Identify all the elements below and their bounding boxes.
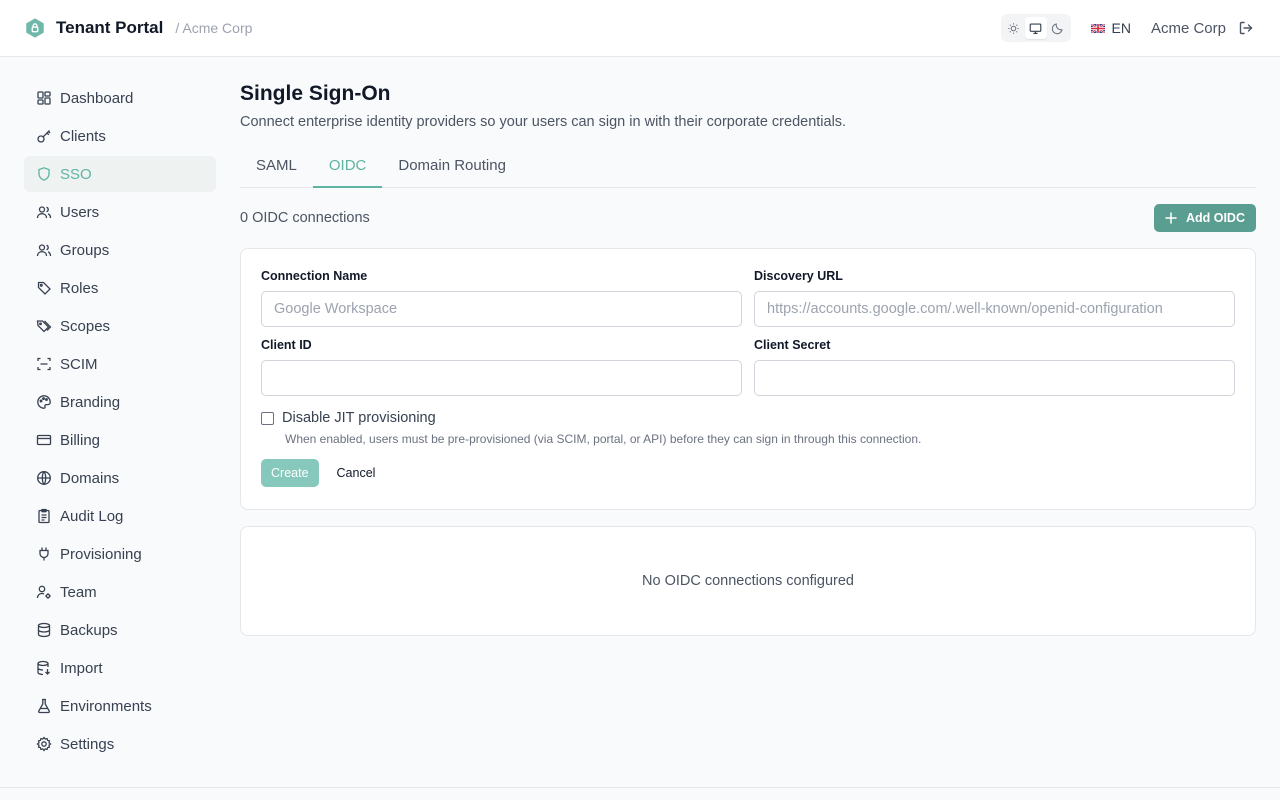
- moon-icon[interactable]: [1047, 17, 1069, 39]
- sidebar-item-label: Environments: [60, 697, 152, 715]
- database-import-icon: [36, 660, 52, 676]
- sidebar-item-clients[interactable]: Clients: [24, 118, 216, 154]
- sidebar-item-label: Branding: [60, 393, 121, 411]
- sidebar-item-domains[interactable]: Domains: [24, 460, 216, 496]
- sidebar-item-groups[interactable]: Groups: [24, 232, 216, 268]
- cancel-button[interactable]: Cancel: [337, 466, 376, 480]
- language-label: EN: [1111, 20, 1131, 36]
- sidebar-item-label: Provisioning: [60, 545, 142, 563]
- uk-flag-icon: [1090, 23, 1105, 33]
- scan-icon: [36, 356, 52, 372]
- key-icon: [36, 128, 52, 144]
- users-icon: [36, 204, 52, 220]
- sidebar: Dashboard Clients SSO Users Groups Roles: [24, 80, 216, 764]
- language-selector[interactable]: EN: [1090, 20, 1131, 36]
- sidebar-item-label: Billing: [60, 431, 101, 449]
- tab-domain-routing[interactable]: Domain Routing: [382, 146, 522, 188]
- sidebar-item-label: Backups: [60, 621, 118, 639]
- logo-icon: [24, 17, 46, 39]
- page-description: Connect enterprise identity providers so…: [240, 114, 847, 130]
- database-icon: [36, 622, 52, 638]
- top-bar: Tenant Portal / Acme Corp EN Acme Corp: [0, 0, 1280, 57]
- connection-count: 0 OIDC connections: [240, 210, 370, 226]
- client-id-input[interactable]: [261, 360, 742, 396]
- monitor-icon[interactable]: [1024, 17, 1047, 39]
- connection-name-label: Connection Name: [261, 269, 368, 283]
- palette-icon: [36, 394, 52, 410]
- disable-jit-help: When enabled, users must be pre-provisio…: [285, 432, 922, 446]
- sidebar-item-label: Settings: [60, 735, 115, 753]
- groups-icon: [36, 242, 52, 258]
- credit-card-icon: [36, 432, 52, 448]
- sidebar-item-backups[interactable]: Backups: [24, 612, 216, 648]
- brand[interactable]: Tenant Portal / Acme Corp: [24, 17, 252, 39]
- sidebar-item-label: Dashboard: [60, 89, 134, 107]
- disable-jit-label[interactable]: Disable JIT provisioning: [282, 410, 436, 426]
- client-secret-input[interactable]: [754, 360, 1235, 396]
- discovery-url-label: Discovery URL: [754, 269, 843, 283]
- client-secret-label: Client Secret: [754, 338, 831, 352]
- sidebar-item-scopes[interactable]: Scopes: [24, 308, 216, 344]
- logout-icon[interactable]: [1236, 18, 1256, 38]
- app-title: Tenant Portal: [56, 18, 164, 37]
- sidebar-item-settings[interactable]: Settings: [24, 726, 216, 762]
- sidebar-item-sso[interactable]: SSO: [24, 156, 216, 192]
- discovery-url-input[interactable]: [754, 291, 1235, 327]
- sidebar-item-provisioning[interactable]: Provisioning: [24, 536, 216, 572]
- sidebar-item-dashboard[interactable]: Dashboard: [24, 80, 216, 116]
- sidebar-item-label: Roles: [60, 279, 99, 297]
- oidc-connection-form: Connection Name Discovery URL Client ID …: [240, 248, 1256, 510]
- gear-icon: [36, 736, 52, 752]
- shield-icon: [36, 166, 52, 182]
- theme-switcher: [1000, 14, 1071, 42]
- main-content: Single Sign-On Connect enterprise identi…: [240, 80, 1256, 636]
- sidebar-item-users[interactable]: Users: [24, 194, 216, 230]
- tab-oidc[interactable]: OIDC: [312, 146, 383, 188]
- globe-icon: [36, 470, 52, 486]
- tenant-breadcrumb: / Acme Corp: [175, 20, 253, 36]
- sidebar-item-environments[interactable]: Environments: [24, 688, 216, 724]
- user-cog-icon: [36, 584, 52, 600]
- sidebar-item-label: Domains: [60, 469, 120, 487]
- sidebar-item-team[interactable]: Team: [24, 574, 216, 610]
- add-oidc-button[interactable]: Add OIDC: [1153, 204, 1256, 232]
- dashboard-icon: [36, 90, 52, 106]
- add-oidc-label: Add OIDC: [1185, 211, 1245, 225]
- connections-toolbar: 0 OIDC connections Add OIDC: [240, 204, 1256, 232]
- sidebar-item-label: SCIM: [60, 355, 98, 373]
- sidebar-item-import[interactable]: Import: [24, 650, 216, 686]
- tag-icon: [36, 280, 52, 296]
- clipboard-icon: [36, 508, 52, 524]
- page-title: Single Sign-On: [240, 82, 391, 105]
- plug-icon: [36, 546, 52, 562]
- footer-divider: [0, 787, 1280, 788]
- connections-list: No OIDC connections configured: [240, 526, 1256, 636]
- flask-icon: [36, 698, 52, 714]
- sso-tabs: SAML OIDC Domain Routing: [240, 146, 1256, 188]
- empty-state-message: No OIDC connections configured: [642, 573, 854, 589]
- tags-icon: [36, 318, 52, 334]
- sidebar-item-label: Audit Log: [60, 507, 124, 525]
- sidebar-item-audit-log[interactable]: Audit Log: [24, 498, 216, 534]
- sidebar-item-scim[interactable]: SCIM: [24, 346, 216, 382]
- tab-saml[interactable]: SAML: [240, 146, 313, 188]
- connection-name-input[interactable]: [261, 291, 742, 327]
- plus-icon: [1165, 212, 1177, 224]
- disable-jit-checkbox[interactable]: [261, 411, 274, 425]
- tenant-name: Acme Corp: [1150, 19, 1226, 37]
- sidebar-item-label: Scopes: [60, 317, 111, 335]
- sidebar-item-label: Clients: [60, 127, 106, 145]
- sidebar-item-label: Users: [60, 203, 100, 221]
- sidebar-item-label: Groups: [60, 241, 110, 259]
- sidebar-item-roles[interactable]: Roles: [24, 270, 216, 306]
- sidebar-item-billing[interactable]: Billing: [24, 422, 216, 458]
- sidebar-item-label: Import: [60, 659, 103, 677]
- sidebar-item-label: Team: [60, 583, 97, 601]
- sidebar-item-label: SSO: [60, 165, 92, 183]
- client-id-label: Client ID: [261, 338, 312, 352]
- create-button[interactable]: Create: [261, 459, 319, 487]
- sidebar-item-branding[interactable]: Branding: [24, 384, 216, 420]
- sun-icon[interactable]: [1003, 17, 1025, 39]
